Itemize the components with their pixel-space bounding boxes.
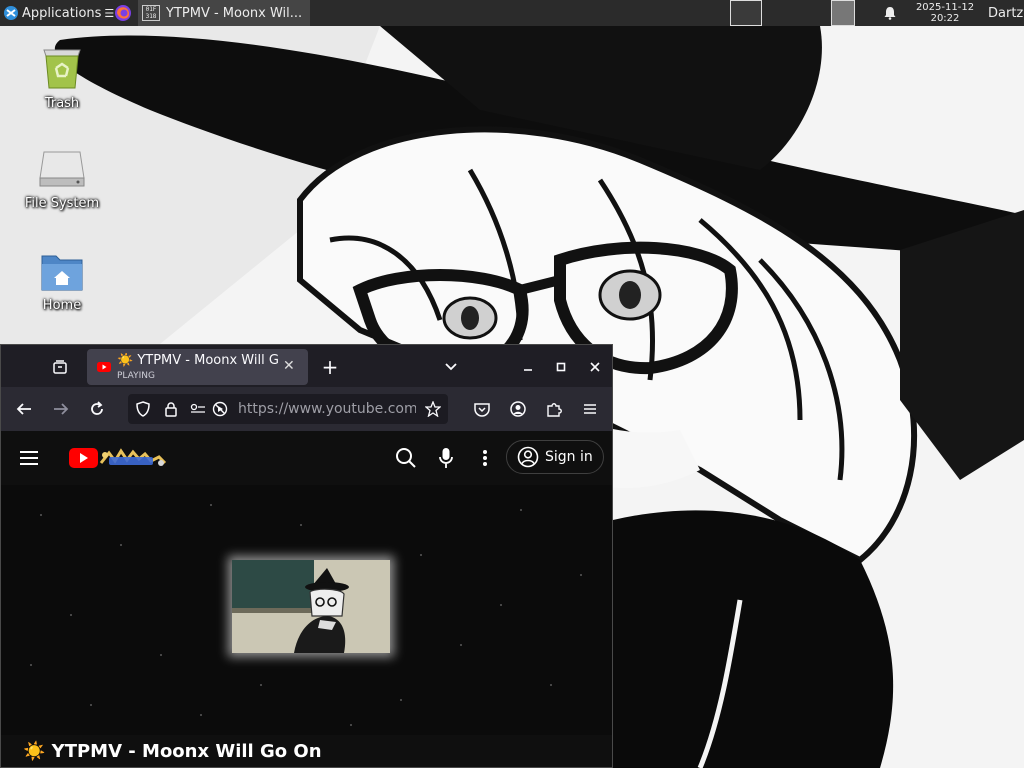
maximize-button[interactable] bbox=[552, 357, 570, 377]
lock-icon[interactable] bbox=[165, 401, 177, 417]
back-button[interactable] bbox=[13, 399, 35, 419]
desktop-icon-file-system[interactable]: File System bbox=[16, 148, 108, 211]
tab-youtube[interactable]: ☀️ YTPMV - Moonx Will Go On PLAYING ✕ bbox=[87, 349, 308, 385]
sign-in-button[interactable]: Sign in bbox=[506, 440, 604, 474]
workspace-2-button[interactable] bbox=[831, 0, 855, 26]
desktop-icon-label: Home bbox=[42, 298, 82, 313]
url-text: https://www.youtube.com bbox=[238, 401, 416, 417]
applications-menu-button[interactable]: Applications ☰ bbox=[0, 0, 114, 26]
sign-in-label: Sign in bbox=[545, 449, 593, 465]
youtube-logo-doodle[interactable] bbox=[69, 445, 169, 471]
applications-label: Applications bbox=[22, 5, 102, 21]
account-circle-icon bbox=[517, 446, 539, 468]
tab-strip: ☀️ YTPMV - Moonx Will Go On PLAYING ✕ + bbox=[1, 345, 612, 387]
tab-list-icon bbox=[53, 360, 67, 374]
firefox-icon bbox=[115, 5, 131, 21]
app-menu-button[interactable] bbox=[579, 399, 601, 419]
minimize-icon bbox=[524, 369, 532, 371]
account-icon bbox=[510, 401, 526, 417]
bell-icon bbox=[884, 7, 896, 20]
tab-overview-button[interactable] bbox=[49, 357, 71, 377]
hamburger-menu-icon bbox=[584, 404, 596, 414]
puzzle-piece-icon bbox=[547, 403, 562, 417]
new-tab-button[interactable]: + bbox=[319, 355, 341, 379]
taskbar-window-title: YTPMV - Moonx Wil... bbox=[166, 5, 303, 21]
xfce-logo-icon bbox=[4, 6, 18, 20]
workspace-1-button[interactable] bbox=[730, 0, 762, 26]
reload-icon bbox=[91, 401, 103, 415]
clock-date: 2025-11-12 bbox=[915, 2, 975, 13]
youtube-favicon-icon bbox=[97, 362, 111, 372]
video-frame bbox=[232, 560, 390, 653]
close-window-button[interactable] bbox=[586, 357, 604, 377]
video-player[interactable] bbox=[1, 485, 612, 735]
browser-window: ☀️ YTPMV - Moonx Will Go On PLAYING ✕ + bbox=[0, 344, 613, 768]
trash-icon bbox=[43, 49, 81, 89]
youtube-settings-button[interactable] bbox=[475, 446, 495, 470]
tab-playing-status: PLAYING bbox=[117, 371, 155, 381]
chevron-down-icon bbox=[445, 363, 457, 371]
clock[interactable]: 2025-11-12 20:22 bbox=[908, 0, 982, 26]
reload-button[interactable] bbox=[86, 399, 108, 419]
arrow-right-icon bbox=[54, 403, 69, 415]
user-menu[interactable]: Dartz bbox=[988, 0, 1023, 26]
pocket-icon bbox=[474, 402, 490, 417]
address-bar[interactable]: https://www.youtube.com bbox=[128, 394, 448, 424]
voice-search-button[interactable] bbox=[435, 446, 457, 470]
hard-drive-icon bbox=[39, 151, 85, 187]
permissions-icon[interactable] bbox=[190, 402, 206, 416]
firefox-launcher[interactable] bbox=[112, 0, 134, 26]
youtube-logo-icon bbox=[69, 448, 167, 468]
clock-time: 20:22 bbox=[930, 13, 960, 24]
microphone-icon bbox=[439, 448, 453, 468]
autoplay-blocked-icon[interactable] bbox=[212, 401, 228, 417]
maximize-icon bbox=[556, 362, 566, 372]
desktop-icon-home[interactable]: Home bbox=[16, 250, 108, 313]
bookmark-star-icon[interactable] bbox=[425, 401, 441, 417]
hamburger-menu-icon bbox=[20, 451, 38, 465]
extensions-button[interactable] bbox=[543, 399, 565, 419]
witch-scene-image bbox=[232, 560, 390, 653]
home-folder-icon bbox=[41, 255, 83, 291]
more-vertical-icon bbox=[483, 450, 487, 466]
video-title: ☀️ YTPMV - Moonx Will Go On bbox=[23, 741, 322, 762]
forward-button[interactable] bbox=[50, 399, 72, 419]
tab-title: ☀️ YTPMV - Moonx Will Go On bbox=[117, 353, 279, 368]
list-all-tabs-button[interactable] bbox=[441, 357, 461, 377]
desktop-icon-label: File System bbox=[24, 196, 100, 211]
tracking-protection-shield-icon[interactable] bbox=[136, 401, 150, 417]
terminal-app-icon: 01F 318 bbox=[142, 5, 160, 21]
taskbar-window-button[interactable]: 01F 318 YTPMV - Moonx Wil... bbox=[138, 0, 310, 26]
tab-close-button[interactable]: ✕ bbox=[283, 358, 295, 374]
top-panel: Applications ☰ 01F 318 YTPMV - Moonx Wil.… bbox=[0, 0, 1024, 26]
youtube-header: Sign in bbox=[1, 431, 612, 485]
account-button[interactable] bbox=[507, 399, 529, 419]
youtube-guide-button[interactable] bbox=[17, 447, 41, 469]
plus-icon: + bbox=[321, 355, 339, 379]
desktop-icon-label: Trash bbox=[44, 96, 80, 111]
close-icon bbox=[590, 362, 600, 372]
desktop-icon-trash[interactable]: Trash bbox=[16, 44, 108, 111]
minimize-button[interactable] bbox=[519, 357, 537, 377]
notifications-button[interactable] bbox=[880, 0, 900, 26]
arrow-left-icon bbox=[16, 403, 31, 415]
pocket-button[interactable] bbox=[471, 399, 493, 419]
navigation-toolbar: https://www.youtube.com bbox=[1, 387, 612, 431]
youtube-search-button[interactable] bbox=[394, 446, 418, 470]
search-icon bbox=[396, 448, 416, 468]
